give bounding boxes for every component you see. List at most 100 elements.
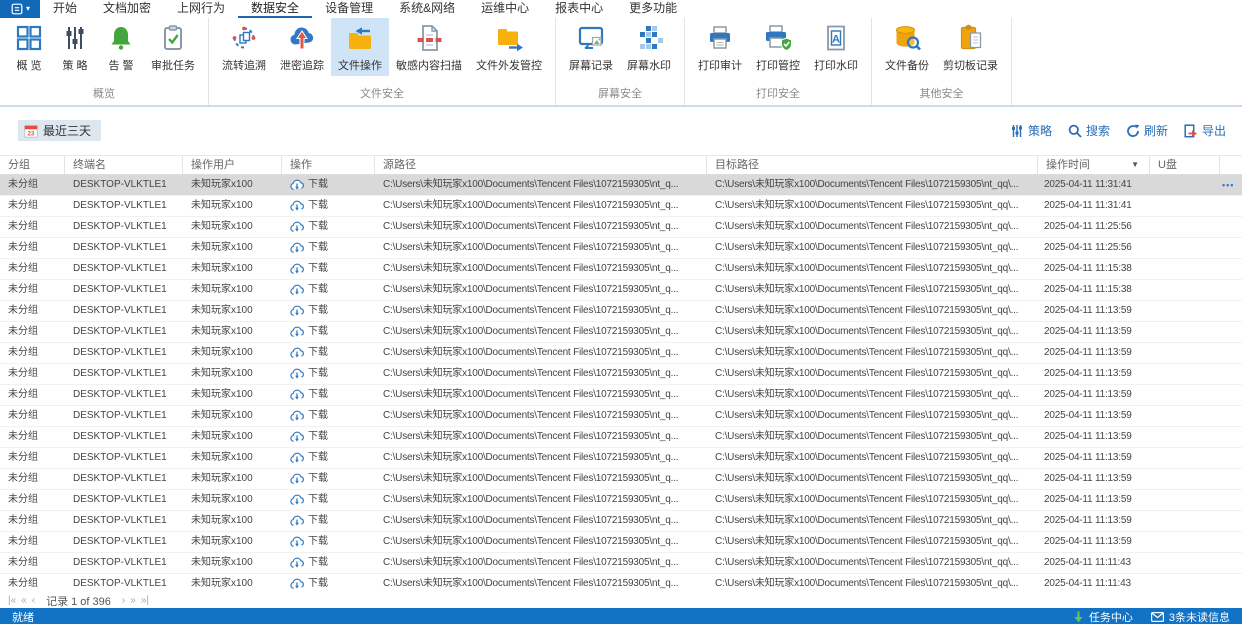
menu-tab-data-security[interactable]: 数据安全 [238,0,312,18]
cell-user: 未知玩家x100 [183,532,282,552]
table-row[interactable]: 未分组 DESKTOP-VLKTLE1 未知玩家x100 下载 C:\Users… [0,217,1242,238]
row-actions-menu[interactable]: ••• [1220,175,1242,195]
row-actions-menu[interactable] [1220,343,1242,363]
row-actions-menu[interactable] [1220,280,1242,300]
menu-tab-report-center[interactable]: 报表中心 [542,0,616,18]
table-row[interactable]: 未分组 DESKTOP-VLKTLE1 未知玩家x100 下载 C:\Users… [0,574,1242,593]
ribbon-button-file-backup[interactable]: 文件备份 [878,18,936,76]
row-actions-menu[interactable] [1220,553,1242,573]
cell-group: 未分组 [0,385,65,405]
table-row[interactable]: 未分组 DESKTOP-VLKTLE1 未知玩家x100 下载 C:\Users… [0,553,1242,574]
row-actions-menu[interactable] [1220,448,1242,468]
column-header-user[interactable]: 操作用户 [183,156,282,174]
app-menu-button[interactable]: ▾ [0,0,40,18]
table-row[interactable]: 未分组 DESKTOP-VLKTLE1 未知玩家x100 下载 C:\Users… [0,511,1242,532]
cell-user: 未知玩家x100 [183,469,282,489]
table-row[interactable]: 未分组 DESKTOP-VLKTLE1 未知玩家x100 下载 C:\Users… [0,343,1242,364]
ribbon-button-trace-flow[interactable]: 流转追溯 [215,18,273,76]
menu-tab-system-network[interactable]: 系统&网络 [386,0,468,18]
refresh-button[interactable]: 刷新 [1126,122,1168,139]
table-row[interactable]: 未分组 DESKTOP-VLKTLE1 未知玩家x100 下载 C:\Users… [0,175,1242,196]
menu-tab-start[interactable]: 开始 [40,0,90,18]
time-filter-caret-icon[interactable]: ▼ [1131,156,1139,174]
ribbon-button-screen-record[interactable]: 屏幕记录 [562,18,620,76]
menu-tab-more-features[interactable]: 更多功能 [616,0,690,18]
table-row[interactable]: 未分组 DESKTOP-VLKTLE1 未知玩家x100 下载 C:\Users… [0,385,1242,406]
row-actions-menu[interactable] [1220,385,1242,405]
ribbon-button-file-outgoing-control[interactable]: 文件外发管控 [469,18,549,76]
unread-messages-button[interactable]: 3条未读信息 [1151,609,1230,624]
table-row[interactable]: 未分组 DESKTOP-VLKTLE1 未知玩家x100 下载 C:\Users… [0,532,1242,553]
table-row[interactable]: 未分组 DESKTOP-VLKTLE1 未知玩家x100 下载 C:\Users… [0,427,1242,448]
column-header-target-path[interactable]: 目标路径 [707,156,1038,174]
cell-time: 2025-04-11 11:31:41 [1038,196,1150,216]
column-header-usb[interactable]: U盘 [1150,156,1220,174]
row-actions-menu[interactable] [1220,364,1242,384]
ribbon-button-file-operations[interactable]: 文件操作 [331,18,389,76]
ribbon-button-leak-tracking[interactable]: 泄密追踪 [273,18,331,76]
rewind-page-button[interactable]: « [21,595,27,606]
column-header-operation[interactable]: 操作 [282,156,375,174]
ribbon-button-overview[interactable]: 概 览 [6,18,52,76]
cell-operation: 下载 [282,511,375,531]
overview-grid-icon [14,23,44,53]
menu-tab-device-management[interactable]: 设备管理 [312,0,386,18]
table-row[interactable]: 未分组 DESKTOP-VLKTLE1 未知玩家x100 下载 C:\Users… [0,238,1242,259]
ribbon-button-print-control[interactable]: 打印管控 [749,18,807,76]
column-header-terminal[interactable]: 终端名 [65,156,183,174]
column-header-time[interactable]: 操作时间 ▼ [1038,156,1150,174]
next-page-button[interactable]: › [122,595,125,606]
cell-target-path: C:\Users\未知玩家x100\Documents\Tencent File… [707,364,1038,384]
cell-source-path: C:\Users\未知玩家x100\Documents\Tencent File… [375,343,707,363]
forward-page-button[interactable]: » [130,595,136,606]
table-row[interactable]: 未分组 DESKTOP-VLKTLE1 未知玩家x100 下载 C:\Users… [0,322,1242,343]
column-header-group[interactable]: 分组 [0,156,65,174]
ribbon-button-sensitive-content-scan[interactable]: 敏感内容扫描 [389,18,469,76]
table-row[interactable]: 未分组 DESKTOP-VLKTLE1 未知玩家x100 下载 C:\Users… [0,301,1242,322]
row-actions-menu[interactable] [1220,511,1242,531]
date-range-filter-button[interactable]: 23 最近三天 [18,120,101,141]
table-row[interactable]: 未分组 DESKTOP-VLKTLE1 未知玩家x100 下载 C:\Users… [0,280,1242,301]
row-actions-menu[interactable] [1220,469,1242,489]
table-row[interactable]: 未分组 DESKTOP-VLKTLE1 未知玩家x100 下载 C:\Users… [0,469,1242,490]
task-center-button[interactable]: 任务中心 [1073,609,1133,624]
menu-tab-doc-encryption[interactable]: 文档加密 [90,0,164,18]
table-row[interactable]: 未分组 DESKTOP-VLKTLE1 未知玩家x100 下载 C:\Users… [0,490,1242,511]
table-row[interactable]: 未分组 DESKTOP-VLKTLE1 未知玩家x100 下载 C:\Users… [0,406,1242,427]
export-button[interactable]: 导出 [1184,122,1226,139]
ribbon-button-clipboard-record[interactable]: 剪切板记录 [936,18,1005,76]
menu-tab-web-behavior[interactable]: 上网行为 [164,0,238,18]
first-page-button[interactable]: |« [8,595,16,606]
row-actions-menu[interactable] [1220,196,1242,216]
cell-operation-label: 下载 [308,490,328,510]
ribbon-group-screen-security: 屏幕记录 屏幕水印 屏幕安全 [556,18,685,105]
row-actions-menu[interactable] [1220,574,1242,593]
policy-button[interactable]: 策略 [1010,122,1052,139]
table-row[interactable]: 未分组 DESKTOP-VLKTLE1 未知玩家x100 下载 C:\Users… [0,364,1242,385]
ribbon-button-policy[interactable]: 策 略 [52,18,98,76]
row-actions-menu[interactable] [1220,217,1242,237]
menu-tab-ops-center[interactable]: 运维中心 [468,0,542,18]
table-row[interactable]: 未分组 DESKTOP-VLKTLE1 未知玩家x100 下载 C:\Users… [0,196,1242,217]
ribbon-button-alerts[interactable]: 告 警 [98,18,144,76]
ribbon-button-screen-watermark[interactable]: 屏幕水印 [620,18,678,76]
ribbon-button-print-watermark[interactable]: A 打印水印 [807,18,865,76]
row-actions-menu[interactable] [1220,427,1242,447]
row-actions-menu[interactable] [1220,532,1242,552]
row-actions-menu[interactable] [1220,301,1242,321]
cell-target-path: C:\Users\未知玩家x100\Documents\Tencent File… [707,343,1038,363]
previous-page-button[interactable]: ‹ [32,595,35,606]
last-page-button[interactable]: »| [141,595,149,606]
table-row[interactable]: 未分组 DESKTOP-VLKTLE1 未知玩家x100 下载 C:\Users… [0,259,1242,280]
row-actions-menu[interactable] [1220,322,1242,342]
search-button[interactable]: 搜索 [1068,122,1110,139]
ribbon-button-approval-tasks[interactable]: 审批任务 [144,18,202,76]
column-header-source-path[interactable]: 源路径 [375,156,707,174]
row-actions-menu[interactable] [1220,259,1242,279]
cell-user: 未知玩家x100 [183,343,282,363]
row-actions-menu[interactable] [1220,490,1242,510]
row-actions-menu[interactable] [1220,238,1242,258]
row-actions-menu[interactable] [1220,406,1242,426]
table-row[interactable]: 未分组 DESKTOP-VLKTLE1 未知玩家x100 下载 C:\Users… [0,448,1242,469]
ribbon-button-print-audit[interactable]: 打印审计 [691,18,749,76]
